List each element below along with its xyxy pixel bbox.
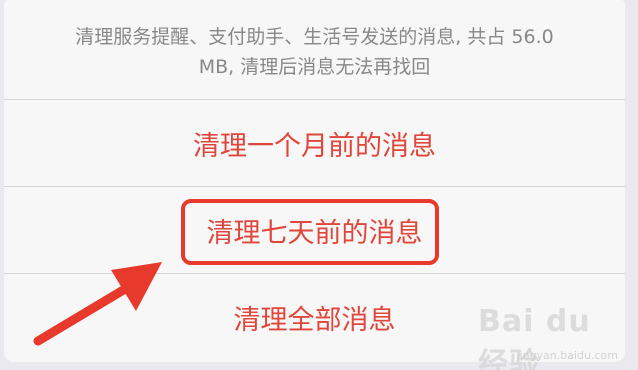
- clear-seven-days-button[interactable]: 清理七天前的消息: [4, 187, 625, 274]
- notice-line-2: MB, 清理后消息无法再找回: [198, 56, 431, 78]
- clear-all-button[interactable]: 清理全部消息: [4, 274, 625, 361]
- clear-messages-notice: 清理服务提醒、支付助手、生活号发送的消息, 共占 56.0 MB, 清理后消息无…: [4, 0, 625, 100]
- notice-line-1: 清理服务提醒、支付助手、生活号发送的消息, 共占 56.0: [75, 26, 554, 48]
- clear-one-month-button[interactable]: 清理一个月前的消息: [4, 100, 625, 187]
- screenshot-stage: 清理服务提醒、支付助手、生活号发送的消息, 共占 56.0 MB, 清理后消息无…: [0, 0, 638, 370]
- clear-messages-action-sheet: 清理服务提醒、支付助手、生活号发送的消息, 共占 56.0 MB, 清理后消息无…: [4, 0, 625, 362]
